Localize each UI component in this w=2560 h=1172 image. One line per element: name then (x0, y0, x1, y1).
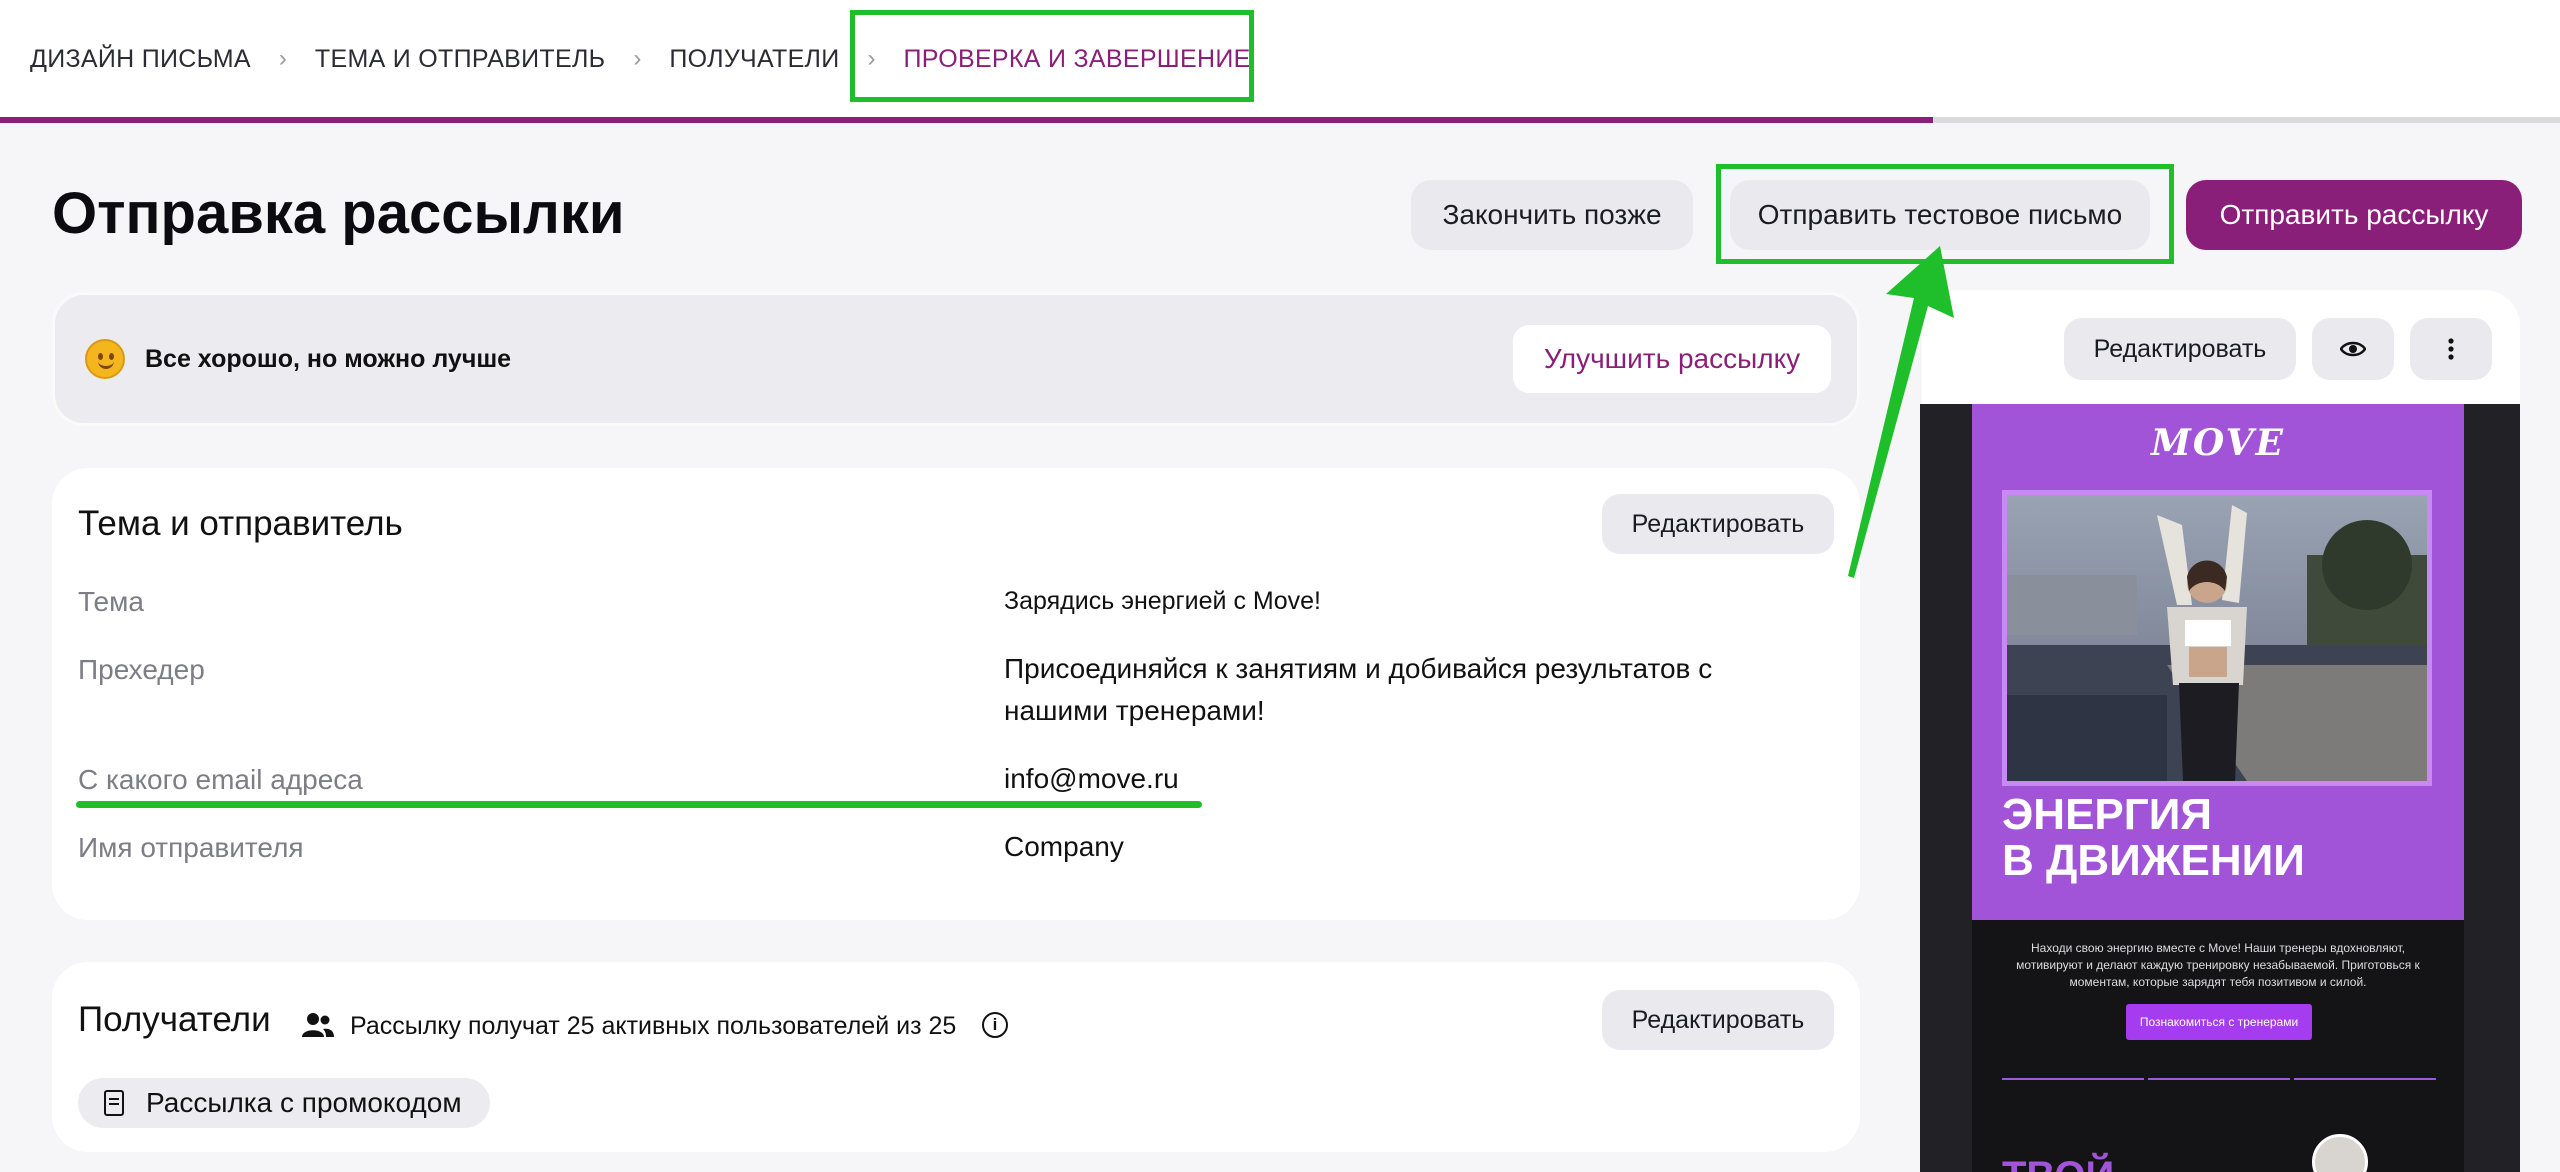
trainer-avatar (2312, 1134, 2368, 1172)
annotation-underline-email (76, 801, 1202, 808)
page-title: Отправка рассылки (52, 181, 625, 246)
stepper: ДИЗАЙН ПИСЬМА › ТЕМА И ОТПРАВИТЕЛЬ › ПОЛ… (0, 0, 2560, 123)
edit-recipients-button[interactable]: Редактировать (1602, 990, 1834, 1050)
email-body-text: Находи свою энергию вместе с Move! Наши … (2016, 941, 2420, 989)
fitness-photo (2007, 495, 2427, 781)
smiley-icon (85, 339, 125, 379)
preview-eye-button[interactable] (2312, 318, 2394, 380)
step-recipients[interactable]: ПОЛУЧАТЕЛИ (669, 45, 839, 74)
step-subject-sender[interactable]: ТЕМА И ОТПРАВИТЕЛЬ (315, 45, 605, 74)
email-divider (2002, 1078, 2144, 1080)
sender-name-label: Имя отправителя (78, 832, 304, 863)
chevron-right-icon: › (278, 45, 287, 72)
subject-value: Зарядись энергией с Move! (1004, 587, 1321, 615)
subject-label: Тема (78, 586, 144, 617)
send-campaign-button[interactable]: Отправить рассылку (2186, 180, 2522, 250)
preview-more-button[interactable] (2410, 318, 2492, 380)
quality-banner: Все хорошо, но можно лучше Улучшить расс… (52, 292, 1860, 426)
step-design[interactable]: ДИЗАЙН ПИСЬМА (30, 45, 251, 74)
document-icon (104, 1090, 124, 1116)
recipients-summary: Рассылку получат 25 активных пользовател… (350, 1012, 957, 1040)
more-vertical-icon (2448, 338, 2454, 360)
promo-tag: Рассылка с промокодом (78, 1078, 490, 1128)
email-hero: MOVE ЭНЕРГИЯ В ДВИЖЕНИИ (1972, 404, 2464, 920)
recipients-card: Получатели Рассылку получат 25 активных … (52, 962, 1860, 1152)
sender-card: Тема и отправитель Редактировать Тема За… (52, 468, 1860, 920)
preheader-label: Прехедер (78, 654, 205, 685)
quality-message: Все хорошо, но можно лучше (145, 345, 512, 373)
annotation-highlight-test-button (1716, 164, 2174, 264)
email-content: MOVE ЭНЕРГИЯ В ДВИЖЕНИИ Находи свою энер… (1972, 404, 2464, 1172)
annotation-highlight-step (850, 10, 1254, 102)
email-hero-photo (2002, 490, 2432, 786)
users-icon (302, 1013, 334, 1037)
improve-campaign-button[interactable]: Улучшить рассылку (1513, 325, 1831, 393)
from-email-label: С какого email адреса (78, 764, 363, 795)
edit-design-button[interactable]: Редактировать (2064, 318, 2296, 380)
email-headline: ЭНЕРГИЯ В ДВИЖЕНИИ (2002, 790, 2305, 885)
eye-icon (2340, 341, 2366, 357)
sender-card-title: Тема и отправитель (78, 504, 403, 543)
promo-tag-label: Рассылка с промокодом (146, 1087, 462, 1118)
edit-sender-button[interactable]: Редактировать (1602, 494, 1834, 554)
info-icon[interactable]: i (982, 1012, 1008, 1038)
email-preview-frame: MOVE ЭНЕРГИЯ В ДВИЖЕНИИ Находи свою энер… (1920, 404, 2520, 1172)
recipients-card-title: Получатели (78, 1000, 271, 1039)
email-divider (2294, 1078, 2436, 1080)
email-divider (2148, 1078, 2290, 1080)
chevron-right-icon: › (633, 45, 642, 72)
email-logo: MOVE (2151, 422, 2285, 464)
email-cta-button: Познакомиться с тренерами (2126, 1004, 2312, 1040)
stepper-progress-track (0, 117, 2560, 123)
email-footer-title: ТВОЙ (2002, 1154, 2114, 1172)
finish-later-button[interactable]: Закончить позже (1411, 180, 1693, 250)
stepper-progress-fill (0, 117, 1933, 123)
sender-name-value: Company (1004, 831, 1124, 862)
from-email-value: info@move.ru (1004, 763, 1179, 794)
preheader-value: Присоединяйся к занятиям и добивайся рез… (1004, 653, 1713, 726)
